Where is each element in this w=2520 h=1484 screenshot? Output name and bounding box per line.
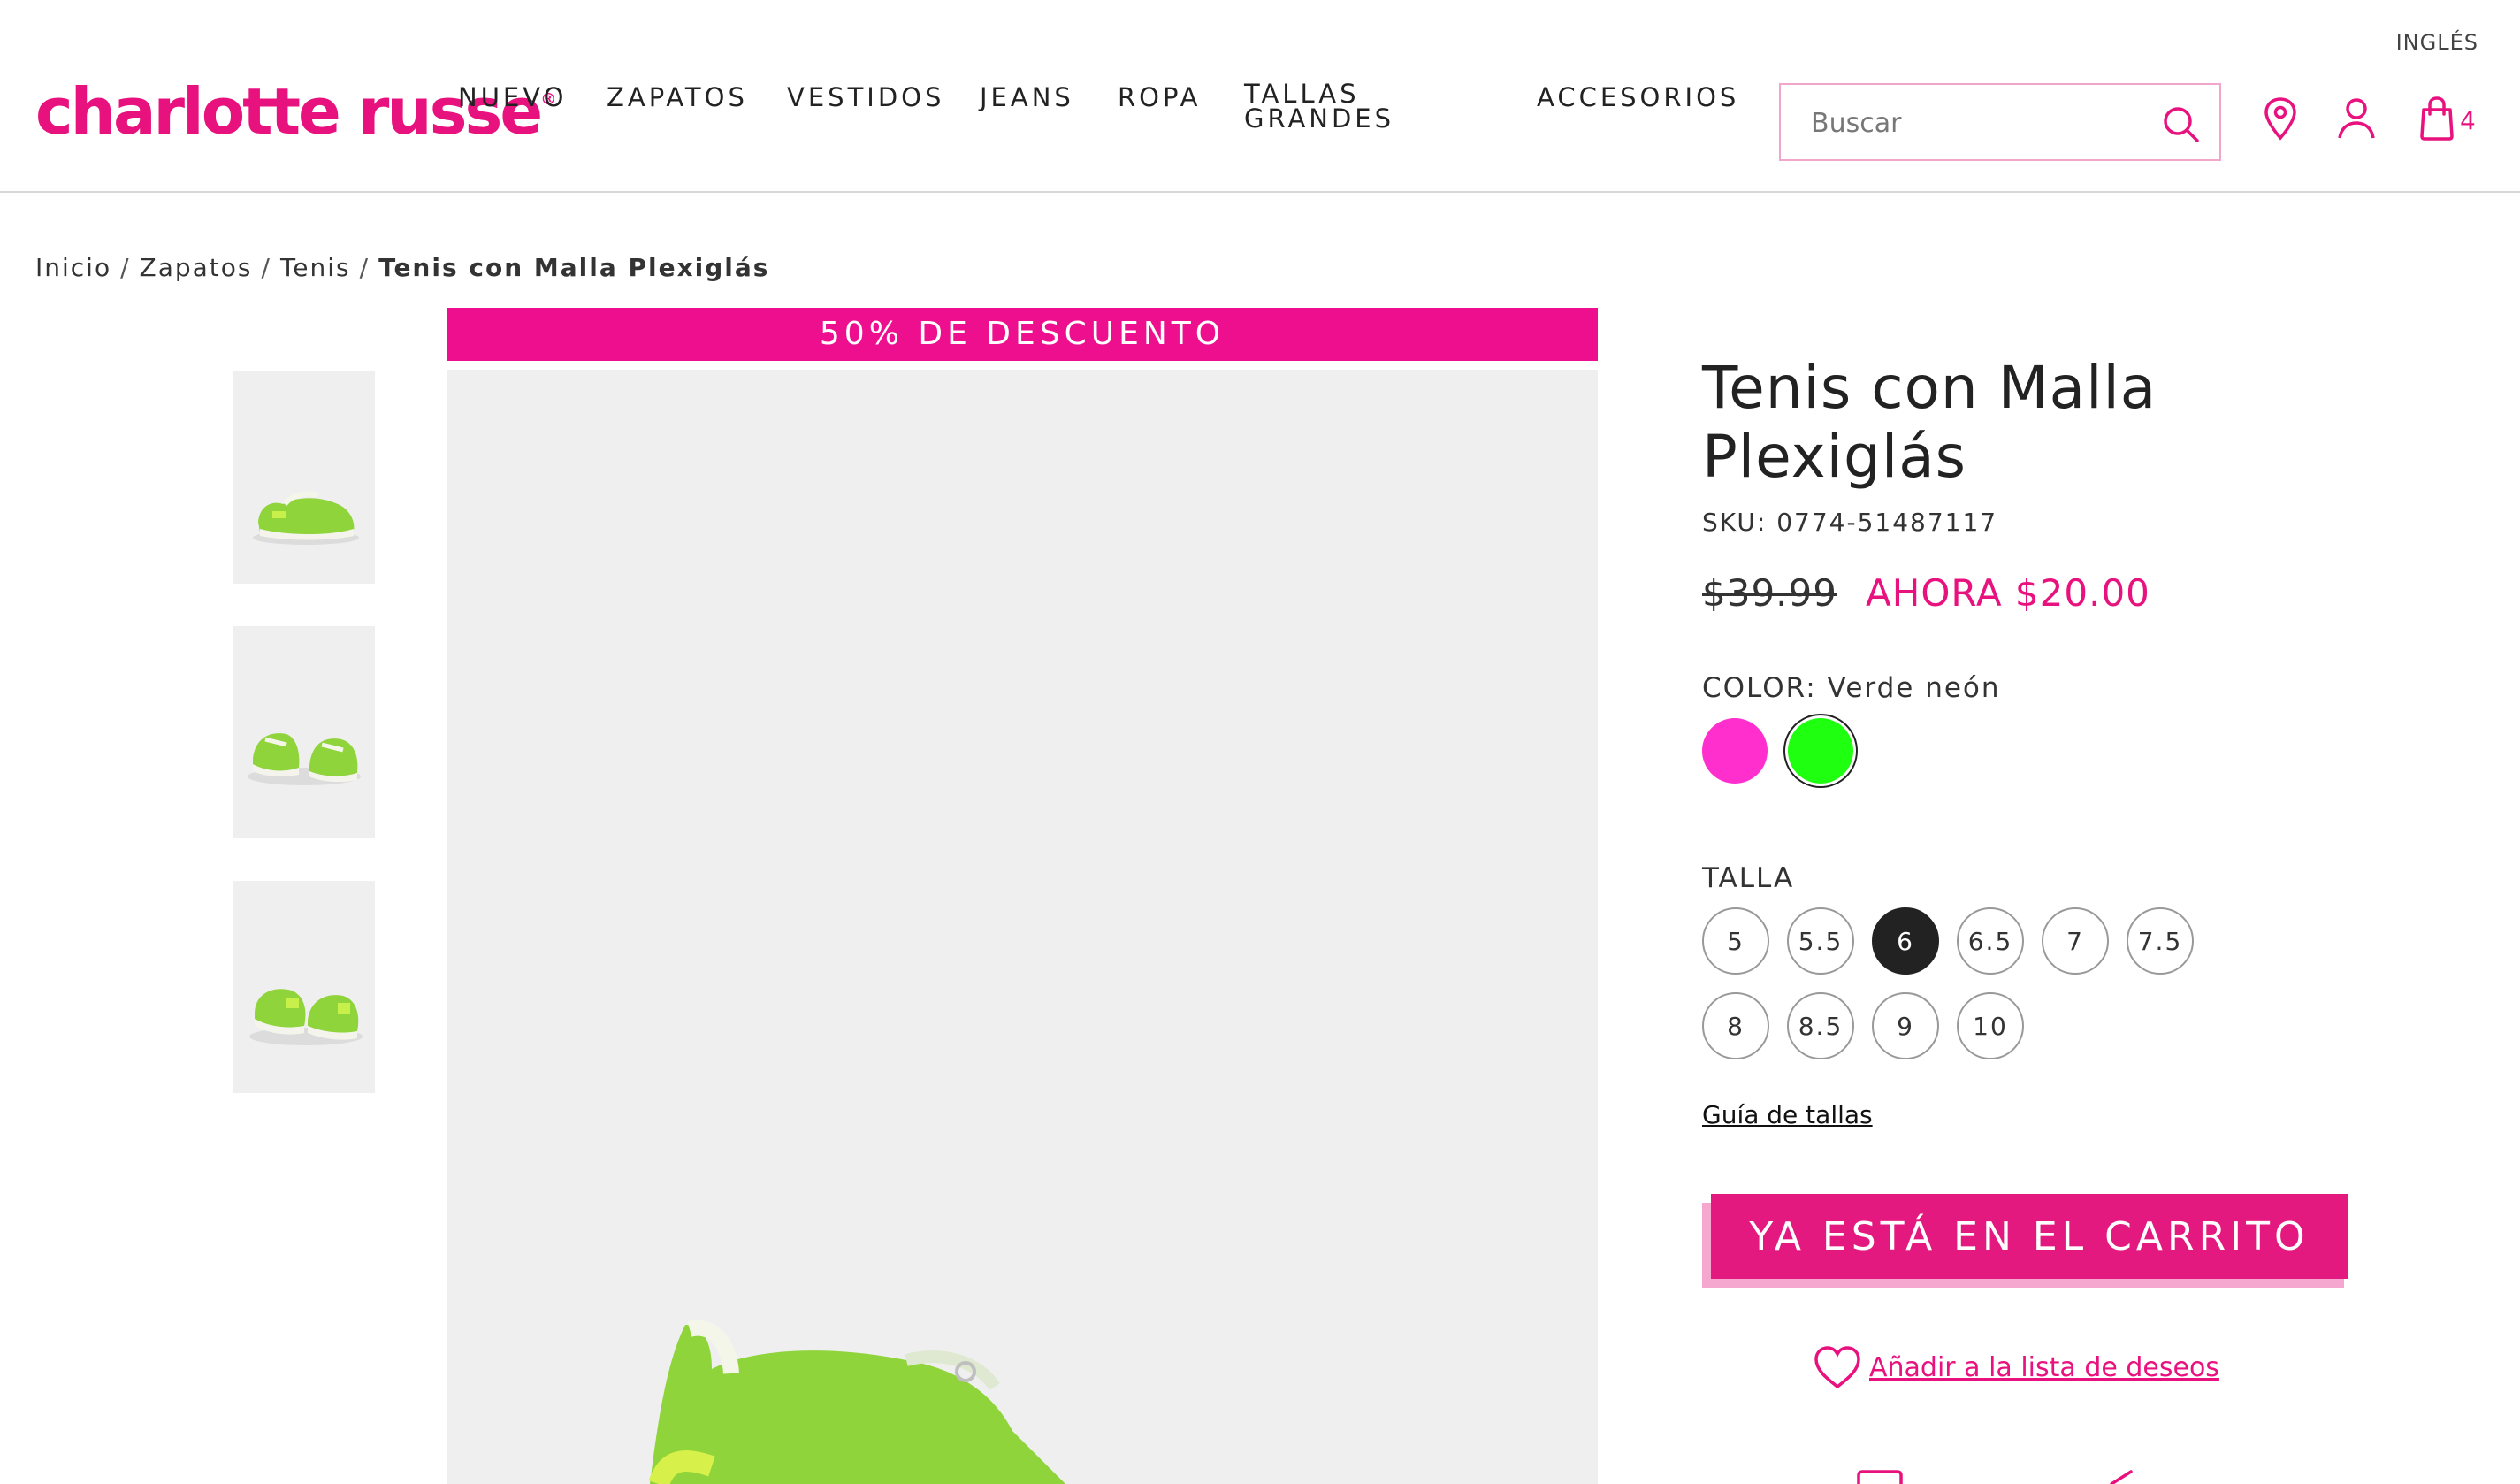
location-pin-icon[interactable] [2260, 96, 2301, 142]
size-option-6-5[interactable]: 6.5 [1957, 907, 2024, 975]
color-label-text: COLOR: [1702, 672, 1817, 704]
add-to-cart-button[interactable]: YA ESTÁ EN EL CARRITO [1711, 1194, 2348, 1279]
thumbnail-2[interactable] [233, 626, 375, 838]
wishlist-label: Añadir a la lista de deseos [1869, 1351, 2219, 1383]
breadcrumb-item-tenis[interactable]: Tenis [280, 253, 351, 282]
shopping-bag-icon[interactable] [2417, 96, 2457, 142]
user-icon[interactable] [2336, 96, 2377, 142]
breadcrumb-item-zapatos[interactable]: Zapatos [140, 253, 253, 282]
share-icon[interactable] [2108, 1470, 2134, 1484]
search-icon[interactable] [2161, 104, 2200, 143]
size-option-6[interactable]: 6 [1872, 907, 1939, 975]
breadcrumb-separator: / [261, 253, 271, 282]
search-input[interactable] [1811, 103, 2147, 143]
shoe-main-image [648, 1320, 1065, 1484]
size-option-5[interactable]: 5 [1702, 907, 1769, 975]
site-header: charlotte russe® NUEVO ZAPATOS VESTIDOS … [0, 0, 2520, 193]
cart-count-badge[interactable]: 4 [2460, 106, 2476, 135]
discount-banner: 50% DE DESCUENTO [447, 308, 1598, 361]
nav-item-nuevo[interactable]: NUEVO [458, 85, 567, 111]
nav-item-ropa[interactable]: ROPA [1118, 85, 1201, 111]
breadcrumb-item-inicio[interactable]: Inicio [35, 253, 111, 282]
nav-item-zapatos[interactable]: ZAPATOS [607, 85, 748, 111]
color-value: Verde neón [1827, 672, 2001, 704]
size-option-7-5[interactable]: 7.5 [2127, 907, 2194, 975]
search-box [1779, 83, 2221, 161]
sku-value: 0774-51487117 [1776, 508, 1998, 537]
shoe-pair-front-image [248, 733, 361, 785]
nav-item-jeans[interactable]: JEANS [980, 85, 1074, 111]
breadcrumb-current: Tenis con Malla Plexiglás [378, 253, 770, 282]
price-original: $39.99 [1702, 571, 1837, 615]
size-guide-link[interactable]: Guía de tallas [1702, 1100, 1873, 1129]
color-label: COLOR: Verde neón [1702, 672, 2001, 704]
nav-item-vestidos[interactable]: VESTIDOS [787, 85, 944, 111]
shoe-pair-back-image [249, 989, 363, 1045]
size-option-5-5[interactable]: 5.5 [1787, 907, 1854, 975]
wishlist-button[interactable]: Añadir a la lista de deseos [1813, 1341, 2219, 1394]
breadcrumb: Inicio / Zapatos / Tenis / Tenis con Malla Ple… [35, 253, 769, 282]
price-sale: AHORA $20.00 [1866, 571, 2150, 615]
thumbnail-1[interactable] [233, 371, 375, 584]
product-title: Tenis con Malla Plexiglás [1702, 354, 2157, 491]
store-icon[interactable] [1855, 1470, 1905, 1484]
product-main-image[interactable] [447, 370, 1598, 1484]
nav-item-accesorios[interactable]: ACCESORIOS [1537, 85, 1739, 111]
product-sku: SKU: 0774-51487117 [1702, 508, 1997, 537]
breadcrumb-separator: / [359, 253, 370, 282]
breadcrumb-separator: / [120, 253, 131, 282]
size-option-8[interactable]: 8 [1702, 992, 1769, 1059]
size-label: TALLA [1702, 862, 1795, 894]
size-option-7[interactable]: 7 [2042, 907, 2109, 975]
size-option-8-5[interactable]: 8.5 [1787, 992, 1854, 1059]
heart-icon [1814, 1346, 1860, 1389]
size-option-10[interactable]: 10 [1957, 992, 2024, 1059]
thumbnail-3[interactable] [233, 881, 375, 1093]
color-swatch-pink[interactable] [1702, 718, 1768, 784]
nav-item-tallas-grandes[interactable]: TALLAS GRANDES [1244, 81, 1421, 132]
color-swatch-green[interactable] [1788, 718, 1853, 784]
sku-label: SKU: [1702, 508, 1768, 537]
shoe-side-image [253, 491, 359, 545]
size-option-9[interactable]: 9 [1872, 992, 1939, 1059]
